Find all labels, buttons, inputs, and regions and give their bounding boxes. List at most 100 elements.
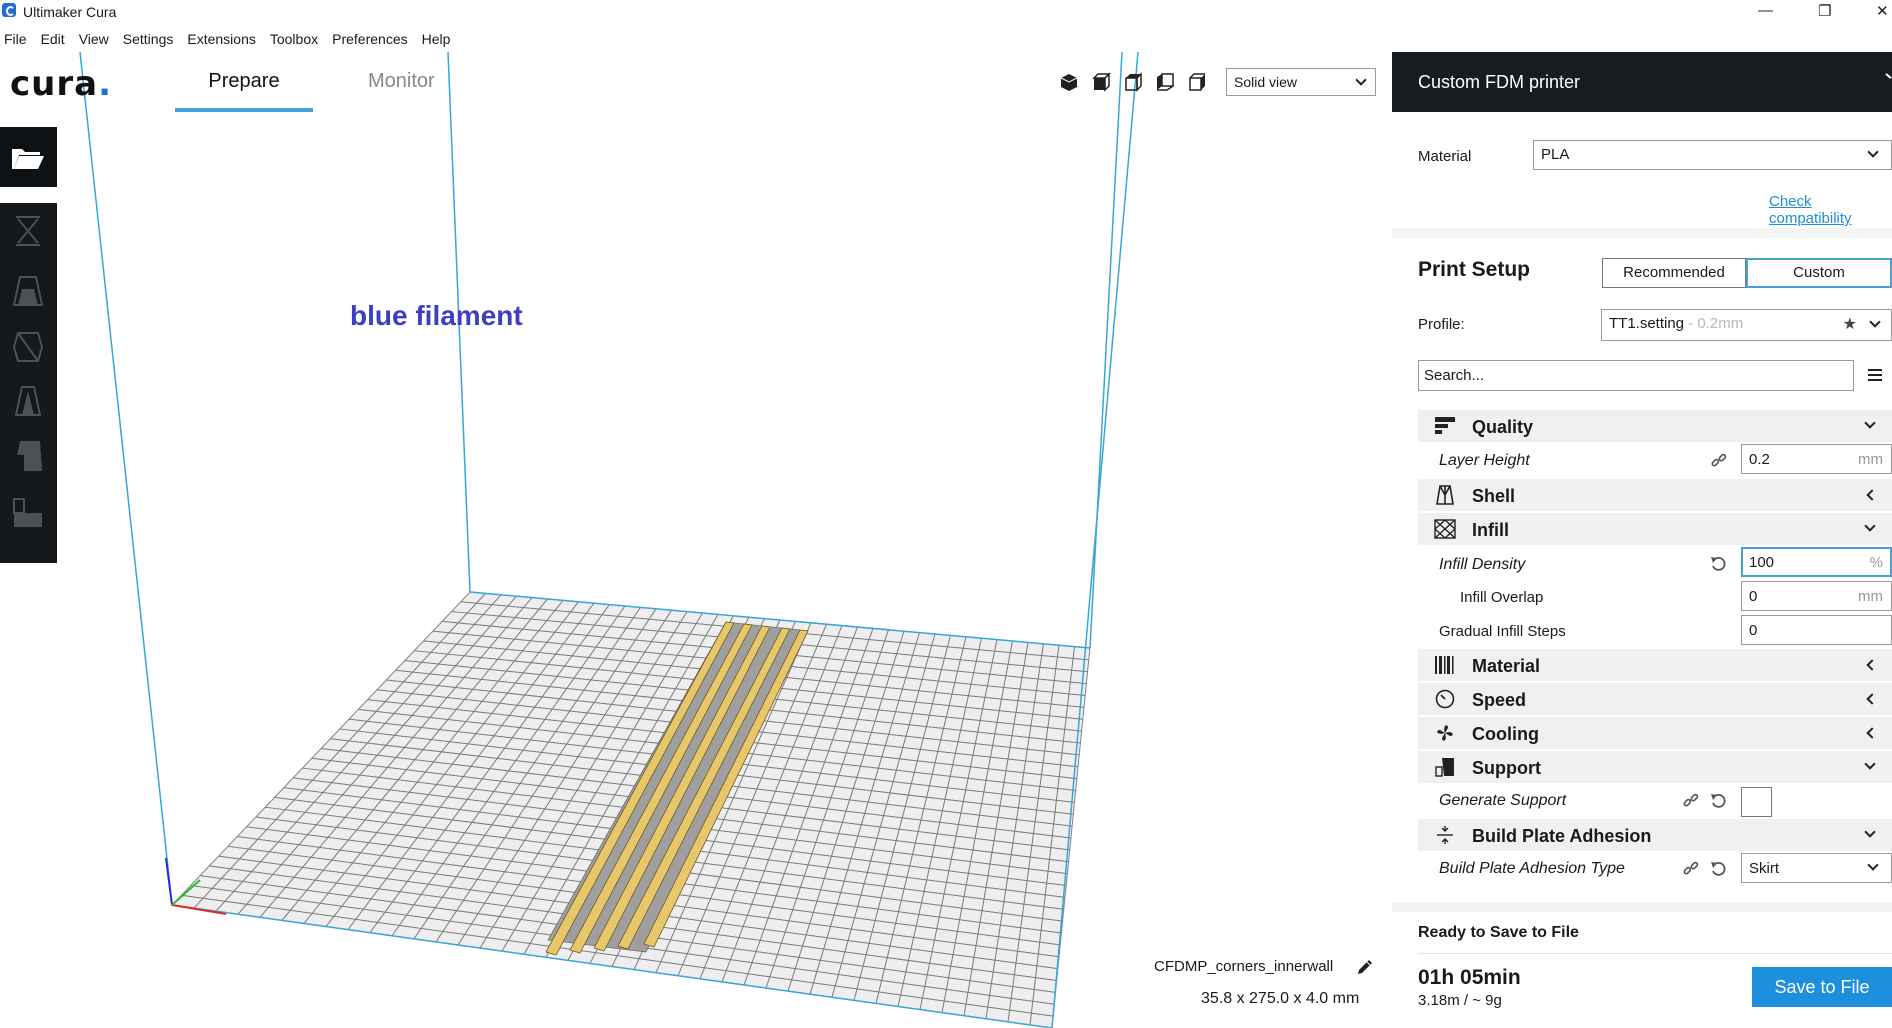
- cooling-fan-icon: [1437, 725, 1453, 741]
- gradual-infill-input[interactable]: 0: [1741, 615, 1892, 645]
- scale-tool-icon[interactable]: [10, 273, 46, 309]
- reset-icon[interactable]: [1710, 860, 1728, 878]
- restore-button[interactable]: ❐: [1818, 2, 1831, 20]
- view-top-icon[interactable]: [1123, 72, 1143, 92]
- minimize-button[interactable]: —: [1758, 2, 1773, 19]
- infill-density-input[interactable]: 100%: [1741, 547, 1892, 577]
- chevron-left-icon: [1866, 693, 1878, 705]
- support-icon: [1435, 758, 1454, 777]
- window-title: Ultimaker Cura: [23, 4, 117, 20]
- adhesion-icon: [1437, 826, 1453, 844]
- view-mode-select[interactable]: Solid view: [1226, 68, 1376, 96]
- menu-edit[interactable]: Edit: [41, 28, 65, 50]
- printer-name: Custom FDM printer: [1418, 72, 1581, 92]
- category-build-plate-adhesion[interactable]: Build Plate Adhesion: [1418, 819, 1892, 851]
- material-icon: [1435, 656, 1454, 674]
- link-icon[interactable]: [1710, 452, 1728, 470]
- menu-file[interactable]: File: [4, 28, 27, 50]
- chevron-down-icon: [1864, 758, 1876, 770]
- folder-open-icon: [12, 149, 44, 169]
- annotation-text: blue filament: [350, 300, 523, 331]
- model-name: CFDMP_corners_innerwall: [1154, 958, 1334, 975]
- menu-preferences[interactable]: Preferences: [332, 28, 407, 50]
- printer-menu-chevron-icon[interactable]: [1884, 72, 1892, 84]
- ready-status: Ready to Save to File: [1418, 924, 1579, 941]
- chevron-down-icon: [1864, 520, 1876, 532]
- tab-prepare-indicator: [175, 108, 313, 112]
- speed-icon: [1435, 689, 1455, 709]
- pencil-icon[interactable]: [1355, 957, 1375, 977]
- rotate-tool-icon[interactable]: [10, 329, 46, 365]
- recommended-mode-button[interactable]: Recommended: [1602, 258, 1746, 288]
- infill-density-label: Infill Density: [1439, 556, 1526, 573]
- menu-view[interactable]: View: [79, 28, 109, 50]
- close-button[interactable]: ✕: [1876, 2, 1889, 20]
- category-material[interactable]: Material: [1418, 649, 1892, 681]
- save-to-file-button[interactable]: Save to File: [1752, 967, 1892, 1007]
- profile-label: Profile:: [1418, 316, 1465, 333]
- link-icon[interactable]: [1682, 860, 1700, 878]
- chevron-down-icon: [1864, 826, 1876, 838]
- menu-extensions[interactable]: Extensions: [187, 28, 255, 50]
- profile-select[interactable]: TT1.setting - 0.2mm ★: [1601, 309, 1892, 341]
- 3d-viewport[interactable]: [0, 52, 1392, 1028]
- check-compatibility-link[interactable]: Check compatibility: [1769, 193, 1892, 227]
- menu-settings[interactable]: Settings: [123, 28, 174, 50]
- shell-icon: [1436, 485, 1454, 505]
- view-right-icon[interactable]: [1187, 72, 1207, 92]
- category-infill[interactable]: Infill: [1418, 513, 1892, 545]
- tool-panel: [0, 203, 57, 563]
- material-usage: 3.18m / ~ 9g: [1418, 992, 1502, 1009]
- print-time: 01h 05min: [1418, 966, 1521, 989]
- generate-support-label: Generate Support: [1439, 792, 1567, 809]
- menu-bar: File Edit View Settings Extensions Toolb…: [0, 28, 460, 50]
- move-tool-icon[interactable]: [10, 213, 46, 249]
- settings-search-input[interactable]: Search...: [1418, 360, 1854, 391]
- category-support[interactable]: Support: [1418, 751, 1892, 783]
- title-bar: Ultimaker Cura — ❐ ✕: [0, 0, 1892, 24]
- print-setup-title: Print Setup: [1418, 258, 1531, 281]
- reset-icon[interactable]: [1710, 555, 1728, 573]
- model-dimensions: 35.8 x 275.0 x 4.0 mm: [1201, 990, 1360, 1007]
- menu-toolbox[interactable]: Toolbox: [270, 28, 318, 50]
- infill-overlap-label: Infill Overlap: [1460, 589, 1544, 606]
- category-quality[interactable]: Quality: [1418, 410, 1892, 442]
- chevron-down-icon: [1355, 74, 1367, 86]
- adhesion-type-select[interactable]: Skirt: [1741, 853, 1892, 883]
- chevron-left-icon: [1866, 727, 1878, 739]
- link-icon[interactable]: [1682, 792, 1700, 810]
- mirror-tool-icon[interactable]: [10, 383, 46, 419]
- tab-prepare[interactable]: Prepare: [175, 70, 313, 93]
- support-blocker-icon[interactable]: [10, 495, 46, 531]
- material-label: Material: [1418, 148, 1472, 165]
- chevron-down-icon: [1867, 859, 1879, 871]
- menu-help[interactable]: Help: [422, 28, 451, 50]
- open-file-button[interactable]: [0, 127, 57, 187]
- category-cooling[interactable]: Cooling: [1418, 717, 1892, 749]
- generate-support-checkbox[interactable]: [1741, 787, 1772, 817]
- view-left-icon[interactable]: [1155, 72, 1175, 92]
- category-shell[interactable]: Shell: [1418, 479, 1892, 511]
- z-axis: [165, 857, 173, 906]
- tab-monitor[interactable]: Monitor: [368, 70, 435, 93]
- custom-mode-button[interactable]: Custom: [1746, 258, 1892, 288]
- adhesion-type-label: Build Plate Adhesion Type: [1439, 860, 1625, 877]
- chevron-down-icon: [1869, 316, 1881, 328]
- per-model-settings-icon[interactable]: [10, 439, 46, 475]
- build-volume-render: [79, 52, 1139, 1028]
- reset-icon[interactable]: [1710, 792, 1728, 810]
- layer-height-label: Layer Height: [1439, 452, 1530, 469]
- quality-icon: [1435, 417, 1455, 434]
- chevron-down-icon: [1864, 417, 1876, 429]
- category-speed[interactable]: Speed: [1418, 683, 1892, 715]
- view-front-icon[interactable]: [1091, 72, 1111, 92]
- view-3d-icon[interactable]: [1059, 72, 1079, 92]
- chevron-left-icon: [1866, 489, 1878, 501]
- chevron-left-icon: [1866, 659, 1878, 671]
- material-select[interactable]: PLA: [1533, 140, 1892, 170]
- divider: [1418, 953, 1892, 954]
- infill-overlap-input[interactable]: 0 mm: [1741, 581, 1892, 611]
- layer-height-input[interactable]: 0.2 mm: [1741, 444, 1892, 474]
- star-icon[interactable]: ★: [1843, 314, 1857, 334]
- hamburger-menu-icon[interactable]: [1868, 369, 1882, 381]
